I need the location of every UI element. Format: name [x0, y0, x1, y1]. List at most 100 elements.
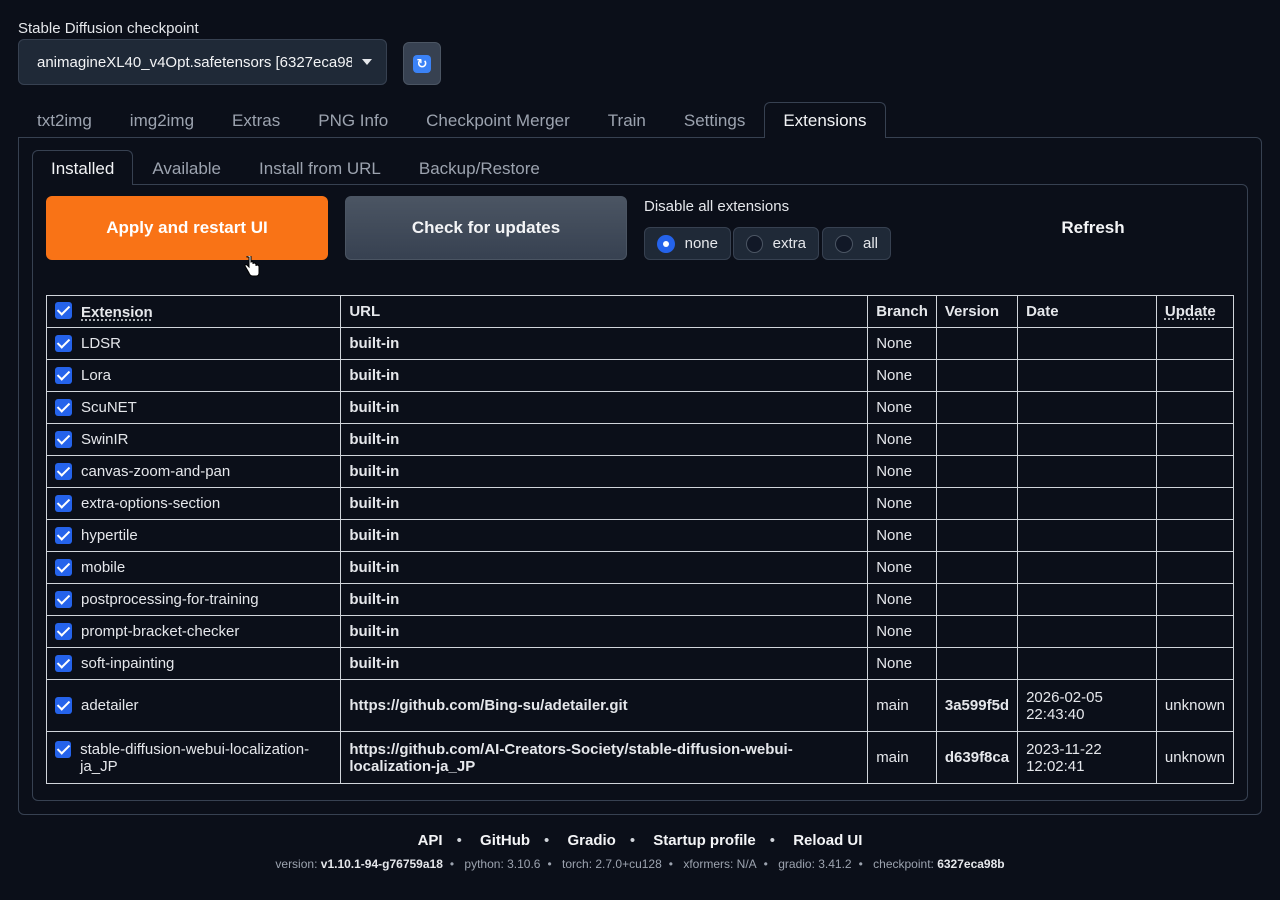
extension-name-cell: prompt-bracket-checker [45, 615, 342, 648]
extension-branch: None [867, 583, 937, 616]
tab-backup-restore[interactable]: Backup/Restore [400, 150, 559, 185]
check-updates-button[interactable]: Check for updates [345, 196, 627, 260]
select-all-checkbox[interactable] [55, 302, 72, 319]
apply-restart-button[interactable]: Apply and restart UI [46, 196, 328, 260]
extension-url[interactable]: built-in [340, 519, 869, 552]
extension-url[interactable]: built-in [340, 583, 869, 616]
extension-update [1155, 583, 1235, 616]
extension-checkbox[interactable] [55, 591, 72, 608]
extension-url[interactable]: built-in [340, 391, 869, 424]
extension-checkbox[interactable] [55, 559, 72, 576]
extension-name: Lora [81, 367, 112, 384]
extension-name-cell: adetailer [45, 679, 342, 732]
tab-checkpoint-merger[interactable]: Checkpoint Merger [407, 102, 589, 138]
disable-extensions-label: Disable all extensions [644, 198, 790, 215]
extension-url[interactable]: built-in [340, 647, 869, 680]
table-row: soft-inpainting built-in None [45, 647, 1235, 680]
tab-img2img[interactable]: img2img [111, 102, 213, 138]
col-url: URL [340, 295, 869, 328]
extension-update [1155, 551, 1235, 584]
table-row: stable-diffusion-webui-localization-ja_J… [45, 731, 1235, 784]
tab-train[interactable]: Train [589, 102, 665, 138]
extension-name: mobile [81, 559, 126, 576]
extension-date [1017, 327, 1157, 360]
extension-branch: None [867, 487, 937, 520]
extension-url[interactable]: built-in [340, 487, 869, 520]
extension-url[interactable]: built-in [340, 423, 869, 456]
extension-date [1017, 551, 1157, 584]
tab-txt2img[interactable]: txt2img [18, 102, 111, 138]
extension-date [1017, 423, 1157, 456]
extension-checkbox[interactable] [55, 495, 72, 512]
extension-url[interactable]: built-in [340, 551, 869, 584]
table-row: prompt-bracket-checker built-in None [45, 615, 1235, 648]
extension-url[interactable]: built-in [340, 327, 869, 360]
radio-none[interactable]: none [644, 227, 731, 260]
extension-branch: main [867, 679, 937, 732]
table-row: Lora built-in None [45, 359, 1235, 392]
extension-date: 2026-02-05 22:43:40 [1017, 679, 1157, 732]
tab-install-from-url[interactable]: Install from URL [240, 150, 400, 185]
extension-checkbox[interactable] [55, 399, 72, 416]
table-row: postprocessing-for-training built-in None [45, 583, 1235, 616]
extension-update [1155, 519, 1235, 552]
extension-branch: None [867, 647, 937, 680]
footer-link-startup-profile[interactable]: Startup profile [653, 832, 756, 849]
extension-checkbox[interactable] [55, 431, 72, 448]
footer-link-reload-ui[interactable]: Reload UI [793, 832, 862, 849]
extension-branch: None [867, 551, 937, 584]
refresh-button[interactable]: Refresh [952, 196, 1234, 260]
extension-checkbox[interactable] [55, 367, 72, 384]
extension-checkbox[interactable] [55, 335, 72, 352]
extension-name: SwinIR [81, 431, 129, 448]
footer-link-gradio[interactable]: Gradio [567, 832, 615, 849]
tab-installed[interactable]: Installed [32, 150, 134, 185]
extension-date [1017, 455, 1157, 488]
extension-checkbox[interactable] [55, 623, 72, 640]
table-header-row: Extension URL Branch Version Date Update [45, 295, 1235, 328]
extension-checkbox[interactable] [55, 463, 72, 480]
extension-version [935, 455, 1019, 488]
extension-url[interactable]: https://github.com/AI-Creators-Society/s… [340, 731, 869, 784]
extension-name-cell: ScuNET [45, 391, 342, 424]
extension-name: adetailer [81, 697, 139, 714]
extension-branch: main [867, 731, 937, 784]
tab-png-info[interactable]: PNG Info [299, 102, 407, 138]
extension-url[interactable]: built-in [340, 455, 869, 488]
extension-name: stable-diffusion-webui-localization-ja_J… [80, 740, 310, 775]
checkpoint-value: animagineXL40_v4Opt.safetensors [6327eca… [37, 53, 352, 71]
tab-available[interactable]: Available [133, 150, 240, 185]
extension-date [1017, 583, 1157, 616]
extension-update [1155, 359, 1235, 392]
extension-branch: None [867, 327, 937, 360]
extension-version [935, 647, 1019, 680]
extension-name: prompt-bracket-checker [81, 623, 240, 640]
extension-update [1155, 487, 1235, 520]
extension-checkbox[interactable] [55, 655, 72, 672]
extension-name-cell: SwinIR [45, 423, 342, 456]
radio-extra[interactable]: extra [733, 227, 819, 260]
extension-name: postprocessing-for-training [81, 591, 259, 608]
table-row: hypertile built-in None [45, 519, 1235, 552]
extensions-table: Extension URL Branch Version Date Update… [45, 295, 1235, 784]
extension-version [935, 551, 1019, 584]
extension-checkbox[interactable] [55, 740, 72, 758]
extension-checkbox[interactable] [55, 697, 72, 714]
extension-checkbox[interactable] [55, 527, 72, 544]
extension-url[interactable]: built-in [340, 359, 869, 392]
radio-all[interactable]: all [822, 227, 891, 260]
footer-link-api[interactable]: API [418, 832, 443, 849]
tab-settings[interactable]: Settings [665, 102, 764, 138]
footer-link-github[interactable]: GitHub [480, 832, 530, 849]
refresh-checkpoint-button[interactable]: ↻ [403, 42, 441, 85]
tab-extensions[interactable]: Extensions [764, 102, 886, 138]
tab-extras[interactable]: Extras [213, 102, 299, 138]
checkpoint-dropdown[interactable]: animagineXL40_v4Opt.safetensors [6327eca… [18, 39, 387, 85]
checkpoint-label: Stable Diffusion checkpoint [18, 20, 199, 37]
extension-name-cell: soft-inpainting [45, 647, 342, 680]
table-row: adetailer https://github.com/Bing-su/adet… [45, 679, 1235, 732]
chevron-down-icon [362, 59, 372, 65]
footer-version-info: version: v1.10.1-94-g76759a18 • python: 3… [275, 857, 1005, 871]
extension-url[interactable]: built-in [340, 615, 869, 648]
extension-url[interactable]: https://github.com/Bing-su/adetailer.git [340, 679, 869, 732]
